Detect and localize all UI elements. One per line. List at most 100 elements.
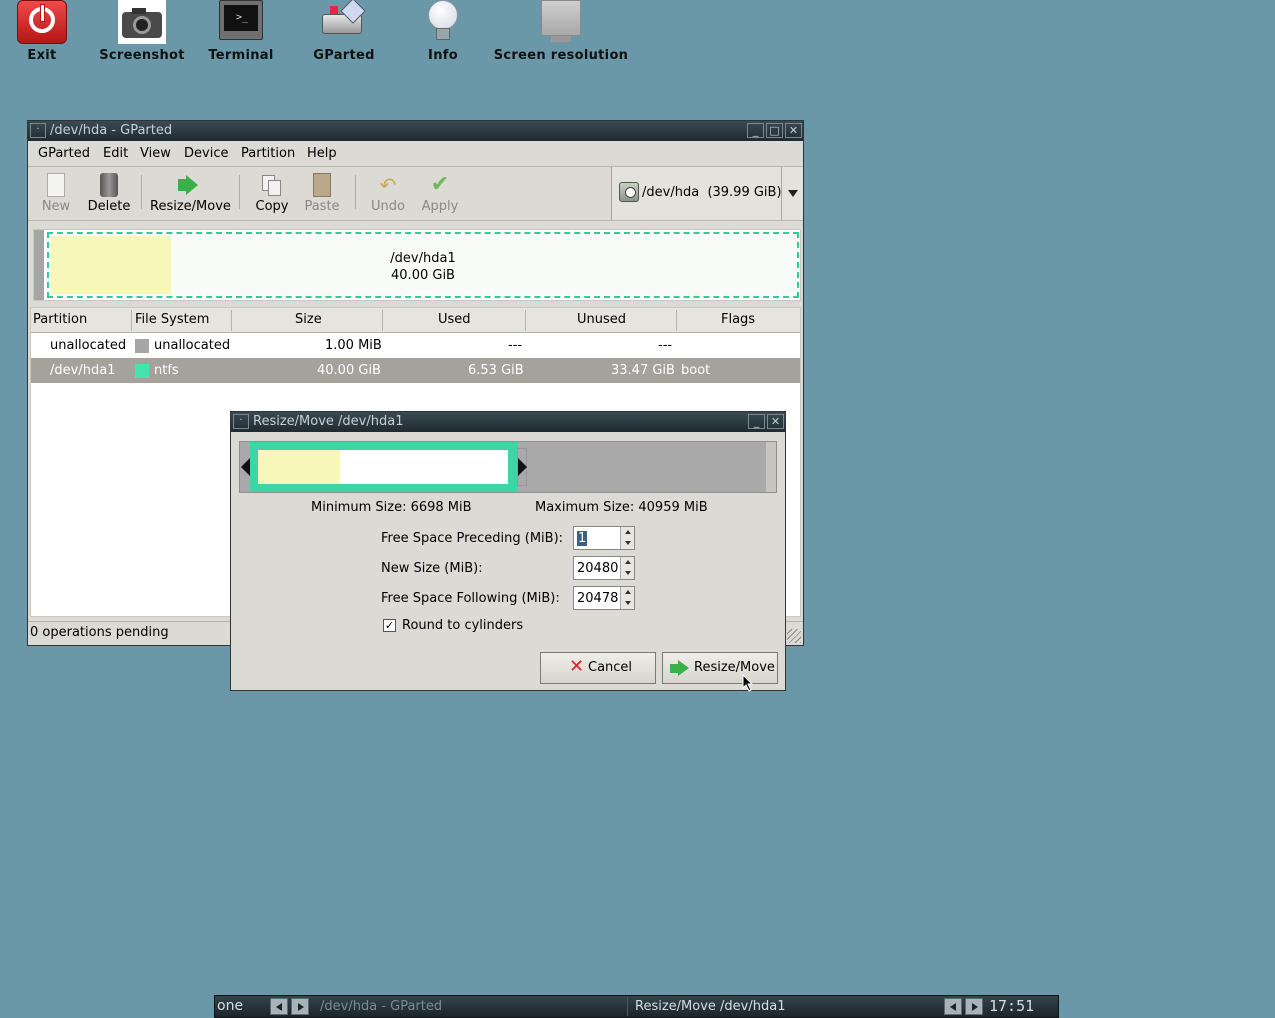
disk-map: /dev/hda1 40.00 GiB <box>33 229 801 301</box>
workspace-name[interactable]: one <box>217 996 243 1017</box>
desktop-icon-terminal[interactable]: >_ Terminal <box>208 0 273 63</box>
new-document-icon <box>47 173 65 197</box>
chevron-down-icon[interactable] <box>781 167 803 220</box>
column-size[interactable]: Size <box>295 312 322 327</box>
close-button[interactable]: ✕ <box>767 414 784 429</box>
menubar: GParted Edit View Device Partition Help <box>28 141 803 167</box>
column-unused[interactable]: Unused <box>577 312 626 327</box>
minimize-button[interactable]: _ <box>747 123 764 138</box>
close-button[interactable]: ✕ <box>785 123 802 138</box>
undo-button[interactable]: ↶ Undo <box>368 171 408 214</box>
menu-help[interactable]: Help <box>307 146 337 161</box>
desktop-icon-label: Screen resolution <box>493 48 629 63</box>
disk-map-partition-hda1[interactable]: /dev/hda1 40.00 GiB <box>47 232 799 298</box>
window-menu-button[interactable]: · <box>30 123 46 138</box>
monitor-icon <box>539 0 583 44</box>
copy-icon <box>260 173 284 197</box>
disk-map-label: /dev/hda1 40.00 GiB <box>390 251 456 283</box>
harddisk-icon <box>619 182 639 202</box>
table-row[interactable]: /dev/hda1 ntfs 40.00 GiB 6.53 GiB 33.47 … <box>31 358 800 383</box>
left-handle[interactable] <box>241 458 250 476</box>
camera-icon <box>118 0 166 44</box>
spin-arrows[interactable] <box>620 527 634 549</box>
main-titlebar[interactable]: · /dev/hda - GParted _ □ ✕ <box>28 121 803 141</box>
dialog-titlebar[interactable]: · Resize/Move /dev/hda1 _ ✕ <box>231 412 785 432</box>
resize-grip[interactable] <box>787 629 801 643</box>
menu-edit[interactable]: Edit <box>103 146 128 161</box>
minimize-button[interactable]: _ <box>748 414 765 429</box>
undo-icon: ↶ <box>379 173 397 197</box>
desktop-icon-screenshot[interactable]: Screenshot <box>99 0 184 63</box>
desktop-icon-exit[interactable]: Exit <box>16 0 68 63</box>
spin-arrows[interactable] <box>620 557 634 579</box>
preceding-label: Free Space Preceding (MiB): <box>381 531 564 546</box>
checkmark-icon: ✔ <box>430 172 450 197</box>
new-button[interactable]: New <box>38 171 74 214</box>
fs-color-swatch <box>135 364 149 378</box>
power-icon <box>17 0 67 44</box>
following-label: Free Space Following (MiB): <box>381 591 560 606</box>
maximum-size-label: Maximum Size: 40959 MiB <box>535 500 708 515</box>
cancel-x-icon: ✕ <box>569 656 585 677</box>
next-arrow-icon[interactable] <box>965 998 983 1015</box>
column-partition[interactable]: Partition <box>33 312 87 327</box>
desktop-icon-label: GParted <box>313 48 375 63</box>
new-size-spinbox[interactable]: 20480 <box>573 556 635 580</box>
round-to-cylinders-label[interactable]: Round to cylinders <box>402 618 523 633</box>
task-resize-dialog[interactable]: Resize/Move /dev/hda1 <box>635 996 785 1017</box>
resize-move-icon <box>178 173 202 197</box>
maximize-button[interactable]: □ <box>766 123 783 138</box>
status-text: 0 operations pending <box>30 625 169 640</box>
resize-move-confirm-button[interactable]: Resize/Move <box>662 652 778 684</box>
terminal-icon: >_ <box>219 0 263 40</box>
menu-gparted[interactable]: GParted <box>38 146 90 161</box>
preceding-spinbox[interactable]: 1 <box>573 526 635 550</box>
minimum-size-label: Minimum Size: 6698 MiB <box>311 500 472 515</box>
menu-device[interactable]: Device <box>184 146 228 161</box>
mouse-pointer-icon <box>742 674 754 692</box>
desktop-icon-label: Exit <box>27 48 57 63</box>
spin-arrows[interactable] <box>620 587 634 609</box>
fs-color-swatch <box>135 339 149 353</box>
prev-arrow-icon[interactable] <box>270 998 288 1015</box>
window-menu-button[interactable]: · <box>233 414 249 429</box>
device-label: /dev/hda (39.99 GiB) <box>642 185 782 200</box>
column-file-system[interactable]: File System <box>135 312 209 327</box>
toolbar-separator <box>141 175 142 209</box>
task-gparted[interactable]: /dev/hda - GParted <box>320 996 442 1017</box>
toolbar: New Delete Resize/Move Copy Paste ↶ Undo… <box>28 167 803 221</box>
gparted-icon <box>320 0 368 40</box>
toolbar-separator <box>355 175 356 209</box>
new-size-label: New Size (MiB): <box>381 561 483 576</box>
column-used[interactable]: Used <box>438 312 471 327</box>
desktop-icon-info[interactable]: Info <box>420 0 466 63</box>
partition-block[interactable] <box>250 442 518 492</box>
column-flags[interactable]: Flags <box>721 312 755 327</box>
prev-arrow-icon[interactable] <box>944 998 962 1015</box>
menu-view[interactable]: View <box>140 146 171 161</box>
delete-button[interactable]: Delete <box>86 171 132 214</box>
used-space-bar <box>258 450 340 484</box>
desktop-icon-screen-resolution[interactable]: Screen resolution <box>494 0 628 63</box>
apply-button[interactable]: ✔ Apply <box>420 171 460 215</box>
taskbar: one /dev/hda - GParted Resize/Move /dev/… <box>214 995 1059 1018</box>
disk-map-unallocated[interactable] <box>34 230 44 300</box>
desktop-icon-gparted[interactable]: GParted <box>313 0 374 63</box>
table-row[interactable]: unallocated unallocated 1.00 MiB --- --- <box>31 333 800 358</box>
resize-slider[interactable] <box>239 441 777 493</box>
resize-move-button[interactable]: Resize/Move <box>150 171 231 214</box>
paste-button[interactable]: Paste <box>302 171 342 214</box>
table-header: Partition File System Size Used Unused F… <box>31 308 800 333</box>
trash-icon <box>100 173 118 197</box>
desktop-icon-label: Screenshot <box>99 48 185 63</box>
desktop-icon-label: Terminal <box>208 48 274 63</box>
cancel-button[interactable]: ✕ Cancel <box>540 652 656 684</box>
device-selector[interactable]: /dev/hda (39.99 GiB) <box>611 167 803 220</box>
right-handle[interactable] <box>518 458 527 476</box>
next-arrow-icon[interactable] <box>291 998 309 1015</box>
desktop-icon-label: Info <box>428 48 458 63</box>
following-spinbox[interactable]: 20478 <box>573 586 635 610</box>
round-to-cylinders-checkbox[interactable]: ✓ <box>383 619 396 632</box>
menu-partition[interactable]: Partition <box>241 146 295 161</box>
copy-button[interactable]: Copy <box>253 171 291 214</box>
